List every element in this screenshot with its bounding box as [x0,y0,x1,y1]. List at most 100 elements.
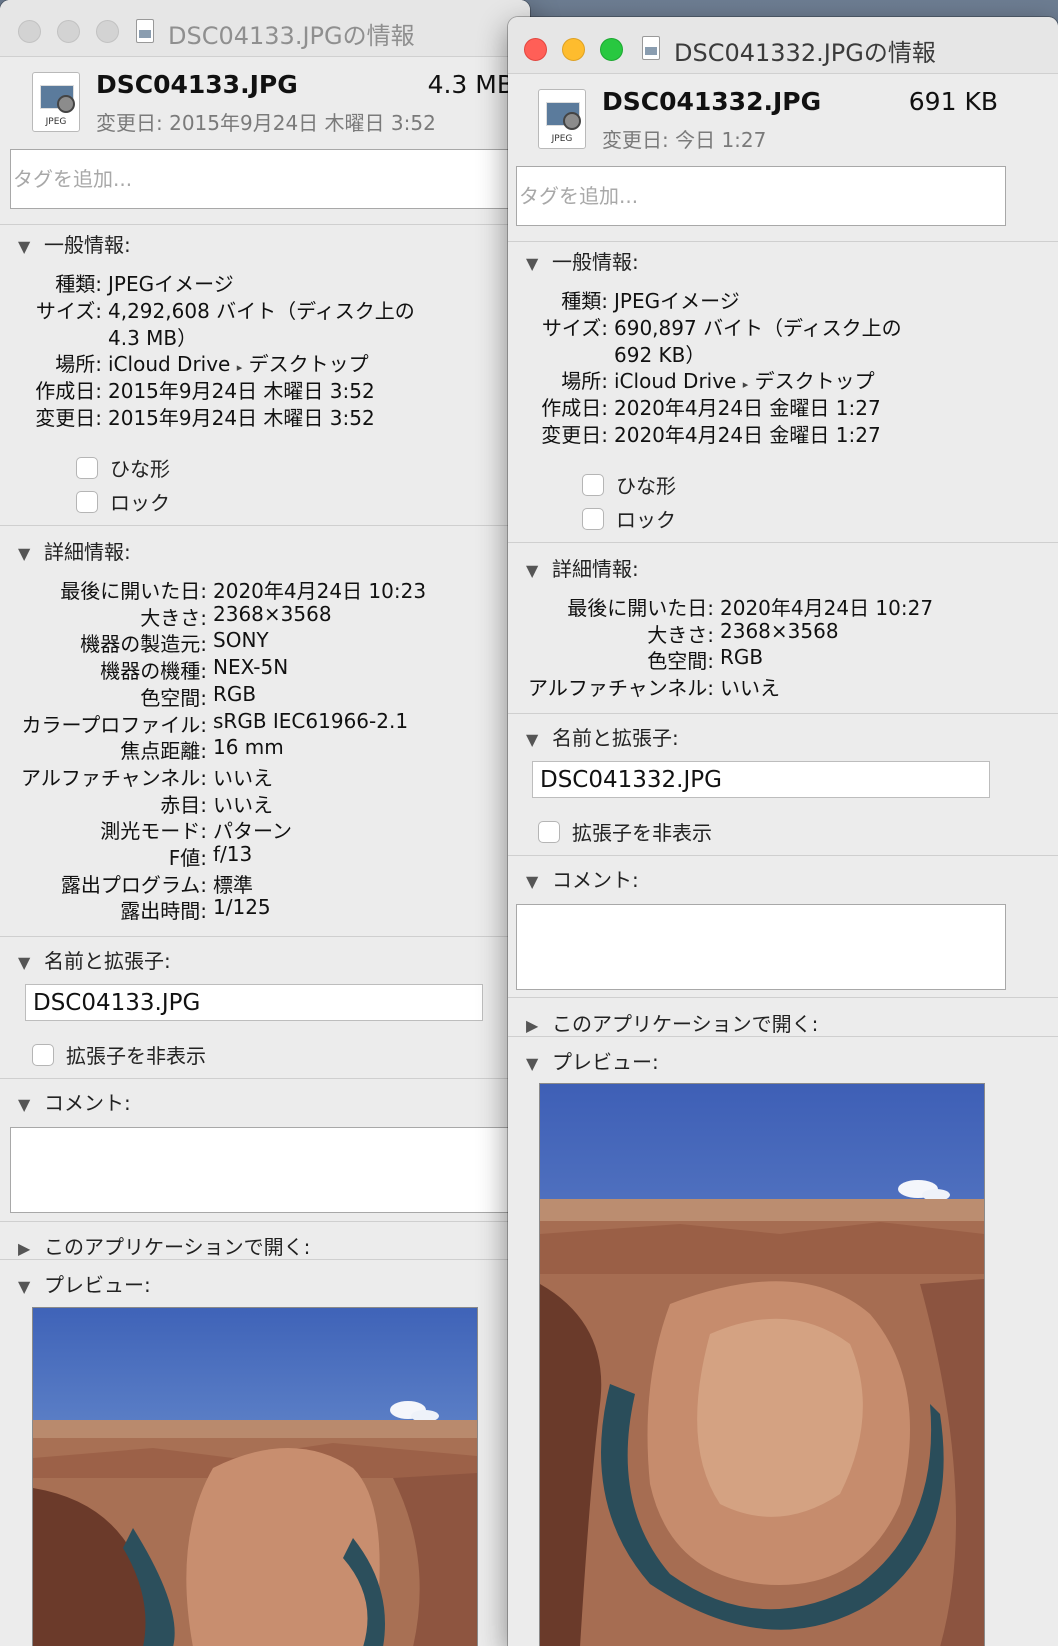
locked-checkbox[interactable]: ロック [76,487,170,516]
section-general[interactable]: ▼ 一般情報: [18,229,131,258]
more-info-value: sRGB IEC61966-2.1 [213,708,409,733]
section-open-with[interactable]: ▶ このアプリケーションで開く: [18,1231,310,1260]
more-info-value: f/13 [213,842,253,866]
preview-image [539,1083,985,1646]
modified-summary: 変更日: 今日 1:27 [602,128,767,152]
hide-extension-checkbox[interactable]: 拡張子を非表示 [538,817,712,846]
modified-summary: 変更日: 2015年9月24日 木曜日 3:52 [96,111,436,135]
kind-value: JPEGイメージ [108,272,234,296]
tags-field[interactable] [516,166,1006,226]
disclosure-closed-icon: ▶ [526,1016,539,1035]
file-size: 691 KB [908,87,998,116]
section-preview[interactable]: ▼ プレビュー: [526,1046,659,1075]
info-window-dsc041332: DSC041332.JPGの情報 JPEG DSC041332.JPG 691 … [508,17,1058,1646]
tags-field[interactable] [10,149,520,209]
file-header: JPEG DSC04133.JPG 4.3 MB 変更日: 2015年9月24日… [0,56,530,146]
more-info-value: SONY [213,628,269,653]
section-general[interactable]: ▼ 一般情報: [526,246,639,275]
where-value: iCloud Drive ▸ デスクトップ [108,352,369,376]
disclosure-open-icon: ▼ [526,254,539,273]
more-info-key: 最後に開いた日: [567,596,714,620]
section-name-extension[interactable]: ▼ 名前と拡張子: [18,945,171,974]
file-name: DSC04133.JPG [96,70,298,99]
file-size: 4.3 MB [427,70,514,99]
where-value: iCloud Drive ▸ デスクトップ [614,369,875,393]
disclosure-open-icon: ▼ [526,561,539,580]
more-info-value: 2368×3568 [720,618,839,643]
more-info-key: 焦点距離: [120,739,207,764]
disclosure-open-icon: ▼ [526,730,539,749]
more-info-value: NEX-5N [213,655,289,680]
more-info-key: 色空間: [140,685,207,710]
stationery-checkbox[interactable]: ひな形 [76,453,170,482]
name-field[interactable] [532,761,990,798]
path-arrow-icon: ▸ [236,361,243,374]
more-info-key: 露出時間: [120,899,207,924]
size-value: 690,897 バイト（ディスク上の [614,316,902,340]
name-field[interactable] [25,984,483,1021]
section-more-info[interactable]: ▼ 詳細情報: [18,536,131,565]
zoom-button[interactable] [96,20,119,43]
section-preview[interactable]: ▼ プレビュー: [18,1269,151,1298]
more-info-value: パターン [213,819,292,844]
hide-extension-checkbox[interactable]: 拡張子を非表示 [32,1040,206,1069]
disclosure-open-icon: ▼ [18,544,31,563]
section-more-info[interactable]: ▼ 詳細情報: [526,553,639,582]
more-info-value: 2368×3568 [213,601,332,626]
section-name-extension[interactable]: ▼ 名前と拡張子: [526,722,679,751]
disclosure-open-icon: ▼ [18,1277,31,1296]
document-icon [642,36,660,60]
stationery-checkbox[interactable]: ひな形 [582,470,676,499]
more-info-key: アルファチャンネル: [528,676,714,701]
more-info-key: 機器の製造元: [80,632,207,657]
more-info-value: 1/125 [213,895,271,920]
file-name: DSC041332.JPG [602,87,822,116]
more-info-value: いいえ [720,676,780,701]
title-bar[interactable]: DSC041332.JPGの情報 [508,17,1058,74]
more-info-key: カラープロファイル: [21,712,207,737]
more-info-key: 機器の機種: [100,659,207,684]
more-info-key: 大きさ: [140,605,207,630]
more-info-key: 露出プログラム: [60,872,207,897]
document-icon [136,19,154,43]
disclosure-open-icon: ▼ [18,237,31,256]
more-info-value: いいえ [213,792,273,817]
size-value-cont: 4.3 MB） [108,326,198,350]
path-arrow-icon: ▸ [742,378,749,391]
section-comments[interactable]: ▼ コメント: [526,864,639,893]
comments-field[interactable] [516,904,1006,990]
comments-field[interactable] [10,1127,520,1213]
created-value: 2015年9月24日 木曜日 3:52 [108,379,375,403]
more-info-key: 最後に開いた日: [60,579,207,603]
locked-checkbox[interactable]: ロック [582,504,676,533]
size-value: 4,292,608 バイト（ディスク上の [108,299,415,323]
close-button[interactable] [524,38,547,61]
preview-image [32,1307,478,1646]
more-info-value: いいえ [213,765,273,790]
title-bar-inner[interactable]: DSC04133.JPGの情報 [0,0,530,57]
minimize-button[interactable] [57,20,80,43]
section-open-with[interactable]: ▶ このアプリケーションで開く: [526,1008,818,1037]
size-value-cont: 692 KB） [614,343,706,367]
disclosure-closed-icon: ▶ [18,1239,31,1258]
minimize-button[interactable] [562,38,585,61]
jpeg-file-icon: JPEG [32,72,80,132]
modified-value: 2020年4月24日 金曜日 1:27 [614,423,881,447]
modified-value: 2015年9月24日 木曜日 3:52 [108,406,375,430]
more-info-key: F値: [168,846,207,870]
more-info-key: 大きさ: [647,622,714,647]
disclosure-open-icon: ▼ [18,1095,31,1114]
file-header: JPEG DSC041332.JPG 691 KB 変更日: 今日 1:27 [508,73,1058,163]
jpeg-file-icon: JPEG [538,89,586,149]
zoom-button[interactable] [600,38,623,61]
more-info-value: RGB [213,681,257,706]
more-info-value: 標準 [213,872,253,897]
disclosure-open-icon: ▼ [526,872,539,891]
more-info-key: アルファチャンネル: [21,765,207,790]
more-info-key: 赤目: [160,792,207,817]
section-comments[interactable]: ▼ コメント: [18,1087,131,1116]
close-button[interactable] [18,20,41,43]
more-info-key: 色空間: [647,649,714,674]
more-info-key: 測光モード: [100,819,207,844]
created-value: 2020年4月24日 金曜日 1:27 [614,396,881,420]
